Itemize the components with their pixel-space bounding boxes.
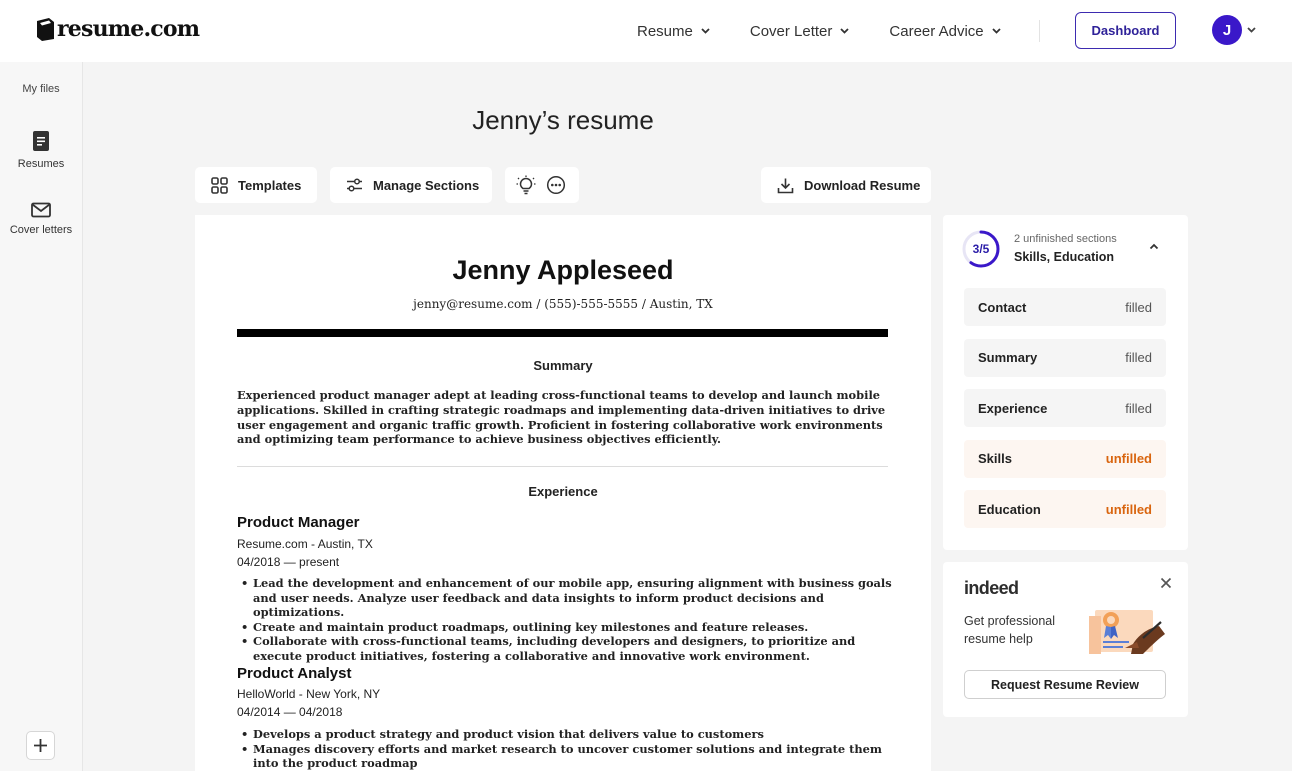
nav-cover-letter-label: Cover Letter: [749, 22, 833, 40]
templates-label: Templates: [238, 177, 302, 193]
job-bullet: Create and maintain product roadmaps, ou…: [241, 620, 896, 635]
manage-sections-button[interactable]: Manage Sections: [330, 167, 492, 203]
sidebar-item-resumes[interactable]: Resumes: [0, 130, 82, 170]
section-row-skills[interactable]: Skills unfilled: [964, 439, 1166, 478]
job-bullet: Collaborate with cross-functional teams,…: [241, 634, 896, 663]
job-company: Resume.com - Austin, TX: [237, 537, 373, 551]
main-nav: Resume Cover Letter Career Advice: [637, 0, 1041, 62]
job-bullet: Develops a product strategy and product …: [241, 727, 896, 742]
promo-text: Get professional resume help: [964, 614, 1056, 646]
download-icon: [777, 178, 794, 193]
section-name: Skills: [978, 451, 1012, 467]
job-bullet: Manages discovery efforts and market res…: [241, 742, 896, 771]
section-status: filled: [1125, 299, 1152, 315]
account-menu-chevron-icon[interactable]: [1247, 27, 1256, 33]
sliders-icon: [347, 178, 362, 192]
nav-resume-label: Resume: [637, 22, 693, 40]
assist-tools-group: [505, 167, 579, 203]
logo-text: resume.com: [57, 16, 200, 42]
section-status: filled: [1125, 350, 1152, 366]
download-resume-label: Download Resume: [804, 177, 921, 193]
job-bullet-list: Lead the development and enhancement of …: [241, 576, 896, 664]
section-name: Education: [978, 501, 1041, 517]
job-bullet-list: Develops a product strategy and product …: [241, 727, 896, 771]
close-icon[interactable]: [1160, 577, 1172, 589]
nav-cover-letter[interactable]: Cover Letter: [750, 23, 850, 40]
section-name: Contact: [978, 299, 1027, 315]
sidebar-item-cover-letters[interactable]: Cover letters: [0, 202, 82, 236]
grid-icon: [211, 176, 228, 194]
lightbulb-icon[interactable]: [515, 174, 537, 196]
user-avatar[interactable]: J: [1212, 15, 1242, 45]
section-divider: [237, 466, 888, 467]
section-status: filled: [1125, 400, 1152, 416]
manage-sections-label: Manage Sections: [373, 177, 480, 193]
unfinished-sections: Skills, Education: [1014, 250, 1115, 264]
section-name: Experience: [978, 400, 1048, 416]
sidebar-item-label: Resumes: [17, 158, 65, 170]
resume-contact: jenny@resume.com / (555)-555-5555 / Aust…: [413, 297, 713, 311]
resume-header-rule: [237, 329, 888, 337]
job-title: Product Manager: [237, 514, 360, 531]
chevron-down-icon: [840, 28, 850, 34]
summary-heading: Summary: [533, 358, 593, 373]
logo-book-icon: [37, 18, 54, 41]
files-sidebar: My files Resumes Cover letters: [0, 62, 83, 771]
plus-icon: [34, 739, 47, 752]
chevron-up-icon[interactable]: [1149, 243, 1159, 250]
section-status: unfilled: [1105, 501, 1152, 517]
section-row-experience[interactable]: Experience filled: [964, 389, 1166, 428]
indeed-promo-card: indeed Get professional resume help Requ…: [943, 562, 1188, 717]
dashboard-button[interactable]: Dashboard: [1075, 12, 1176, 49]
job-bullet: Lead the development and enhancement of …: [241, 576, 896, 620]
top-navigation-bar: resume.com Resume Cover Letter Career Ad…: [0, 0, 1292, 62]
request-resume-review-button[interactable]: Request Resume Review: [964, 670, 1166, 699]
nav-resume[interactable]: Resume: [637, 23, 710, 40]
section-name: Summary: [978, 350, 1038, 366]
document-icon: [33, 131, 49, 151]
progress-fraction: 3/5: [972, 242, 990, 256]
job-company: HelloWorld - New York, NY: [237, 687, 381, 701]
resume-name: Jenny Appleseed: [452, 255, 674, 285]
envelope-icon: [31, 202, 51, 218]
section-status: unfilled: [1105, 451, 1152, 467]
job-dates: 04/2014 — 04/2018: [237, 705, 343, 719]
job-dates: 04/2018 — present: [237, 555, 340, 569]
resume-preview[interactable]: Jenny Appleseed jenny@resume.com / (555)…: [195, 215, 931, 771]
chevron-down-icon: [701, 28, 710, 34]
resume-review-illustration-icon: [1089, 610, 1165, 654]
templates-button[interactable]: Templates: [195, 167, 317, 203]
nav-career-advice-label: Career Advice: [889, 22, 984, 40]
download-resume-button[interactable]: Download Resume: [761, 167, 931, 203]
job-title: Product Analyst: [237, 665, 352, 682]
summary-text: Experienced product manager adept at lea…: [237, 388, 886, 447]
section-row-summary[interactable]: Summary filled: [964, 338, 1166, 377]
section-row-contact[interactable]: Contact filled: [964, 288, 1166, 326]
sidebar-title: My files: [22, 83, 60, 95]
sidebar-item-label: Cover letters: [9, 224, 73, 236]
unfinished-count: 2 unfinished sections: [1014, 233, 1117, 245]
nav-career-advice[interactable]: Career Advice: [889, 22, 1001, 40]
add-file-button[interactable]: [26, 731, 55, 760]
experience-heading: Experience: [528, 484, 598, 499]
more-options-icon[interactable]: [546, 175, 566, 195]
chevron-down-icon: [991, 28, 1001, 34]
nav-divider: [1039, 20, 1040, 42]
page-title: Jenny’s resume: [472, 105, 654, 135]
resume-com-logo[interactable]: resume.com: [36, 16, 200, 42]
section-progress-panel: 3/5 2 unfinished sections Skills, Educat…: [943, 215, 1188, 550]
indeed-logo: indeed: [964, 578, 1019, 598]
section-row-education[interactable]: Education unfilled: [964, 490, 1166, 529]
